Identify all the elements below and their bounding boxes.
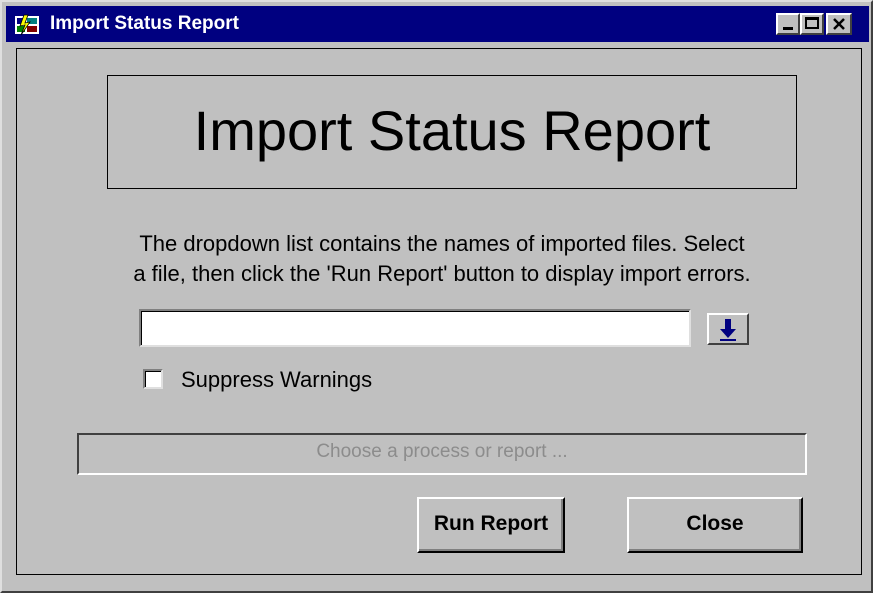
instructions-line-1: The dropdown list contains the names of … — [139, 231, 745, 256]
suppress-warnings-checkbox[interactable] — [143, 369, 163, 389]
dropdown-button[interactable] — [707, 313, 749, 345]
imported-file-dropdown[interactable] — [139, 309, 691, 347]
app-icon — [15, 14, 39, 36]
instructions-text: The dropdown list contains the names of … — [57, 229, 827, 289]
title-bar[interactable]: Import Status Report — [6, 6, 869, 42]
minimize-button[interactable] — [776, 13, 800, 35]
status-field: Choose a process or report ... — [77, 433, 807, 475]
suppress-warnings-label[interactable]: Suppress Warnings — [181, 367, 372, 393]
banner-title: Import Status Report — [193, 99, 711, 162]
maximize-icon — [805, 17, 819, 29]
report-banner: Import Status Report — [107, 75, 797, 189]
dialog-window: Import Status Report Import Status Repor… — [0, 0, 873, 593]
dialog-body: Import Status Report The dropdown list c… — [16, 48, 862, 575]
maximize-button[interactable] — [800, 13, 824, 35]
arrow-down-icon — [720, 319, 736, 341]
window-title: Import Status Report — [50, 13, 239, 34]
instructions-line-2: a file, then click the 'Run Report' butt… — [133, 261, 751, 286]
close-window-button[interactable] — [826, 13, 852, 35]
close-icon — [833, 18, 845, 30]
run-report-button[interactable]: Run Report — [417, 497, 565, 553]
minimize-icon — [783, 27, 793, 30]
close-button[interactable]: Close — [627, 497, 803, 553]
